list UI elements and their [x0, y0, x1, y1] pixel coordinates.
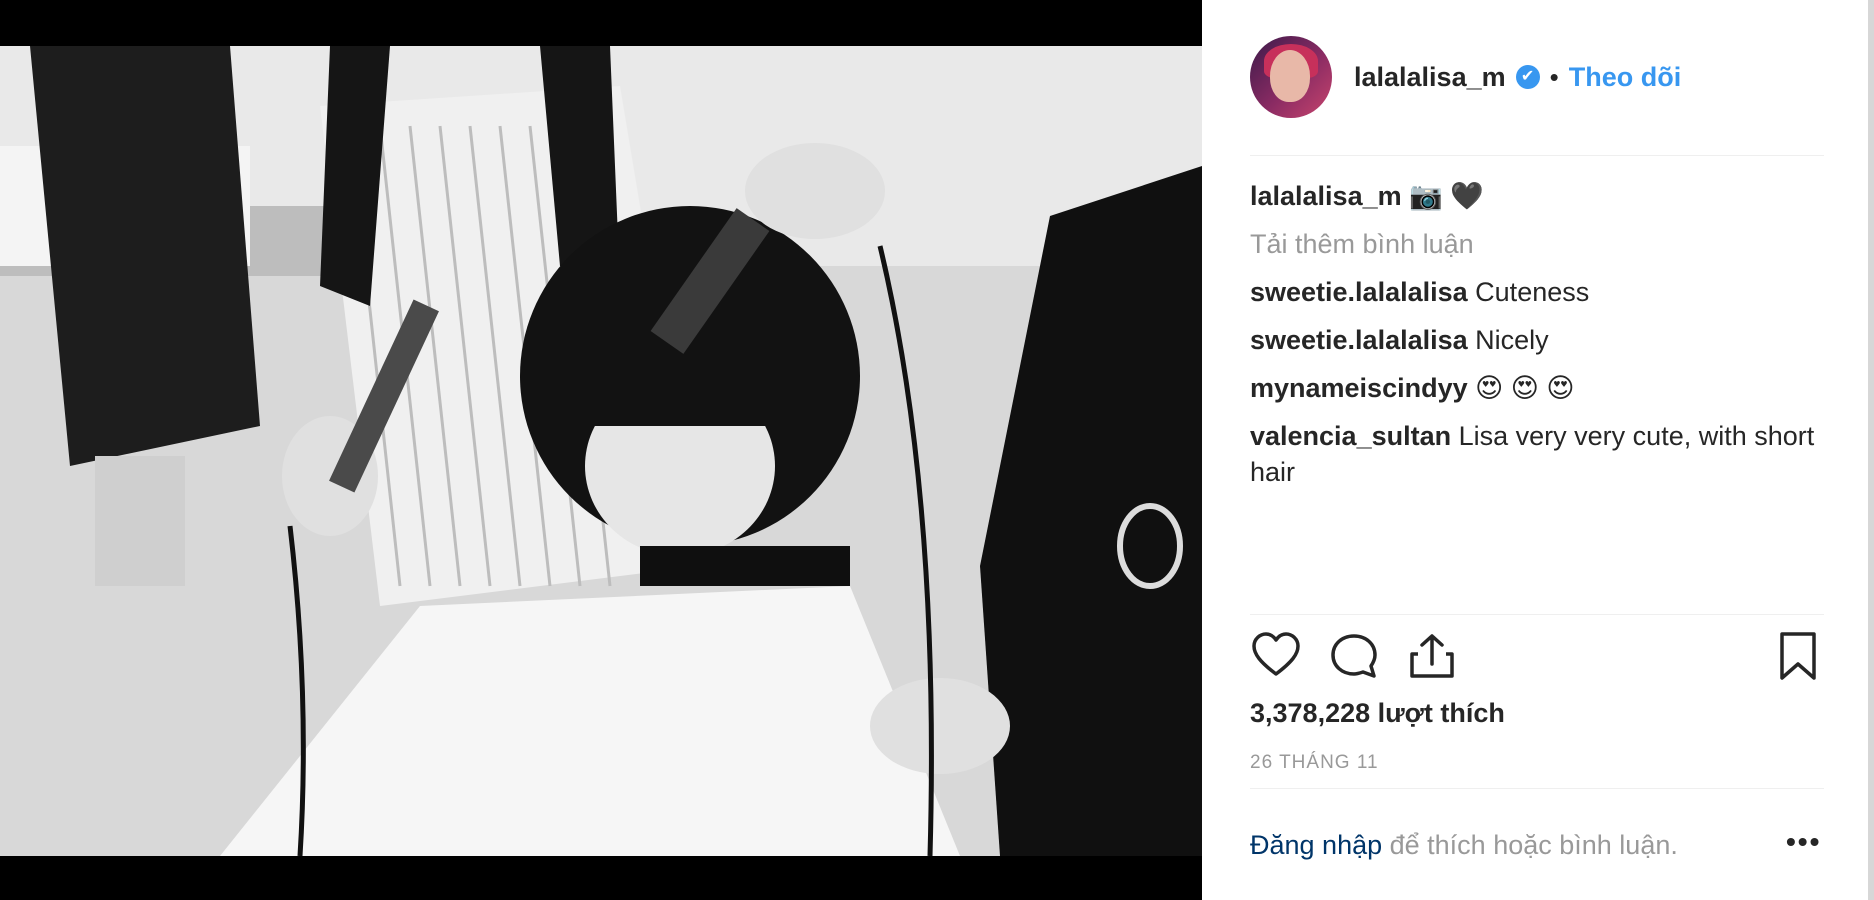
comment-username[interactable]: sweetie.lalalalisa — [1250, 325, 1468, 355]
post-sidebar: lalalalisa_m ✔ • Theo dõi lalalalisa_m 📷… — [1202, 0, 1874, 900]
comment-username[interactable]: mynameiscindyy — [1250, 373, 1468, 403]
heart-icon[interactable] — [1250, 630, 1302, 682]
comment-item: sweetie.lalalalisa Cuteness — [1250, 274, 1824, 310]
comment-item: mynameiscindyy 😍 😍 😍 — [1250, 370, 1824, 406]
follow-button[interactable]: Theo dõi — [1569, 62, 1681, 93]
comment-text: Cuteness — [1475, 277, 1590, 307]
footer-divider — [1250, 788, 1824, 789]
actions-divider — [1250, 614, 1824, 615]
post-date: 26 THÁNG 11 — [1250, 752, 1379, 773]
caption-username[interactable]: lalalalisa_m — [1250, 181, 1402, 211]
like-count[interactable]: 3,378,228 lượt thích — [1250, 698, 1505, 729]
load-more-comments-button[interactable]: Tải thêm bình luận — [1250, 226, 1824, 262]
header-divider — [1250, 155, 1824, 156]
caption: lalalalisa_m 📷 🖤 — [1250, 178, 1824, 214]
share-icon[interactable] — [1406, 630, 1458, 682]
comment-item: valencia_sultan Lisa very very cute, wit… — [1250, 418, 1824, 490]
post-actions — [1250, 630, 1824, 686]
login-link[interactable]: Đăng nhập — [1250, 830, 1382, 860]
login-prompt: Đăng nhập để thích hoặc bình luận. — [1250, 830, 1678, 861]
avatar-face — [1270, 50, 1310, 102]
bookmark-icon[interactable] — [1772, 630, 1824, 682]
salon-photo — [0, 46, 1202, 856]
verified-badge-icon: ✔ — [1515, 65, 1540, 89]
comment-item: sweetie.lalalalisa Nicely — [1250, 322, 1824, 358]
comment-username[interactable]: sweetie.lalalalisa — [1250, 277, 1468, 307]
caption-text: 📷 🖤 — [1409, 181, 1484, 211]
more-options-icon[interactable]: ••• — [1786, 826, 1821, 858]
comment-username[interactable]: valencia_sultan — [1250, 421, 1451, 451]
comment-text: Nicely — [1475, 325, 1549, 355]
comment-text: 😍 😍 😍 — [1475, 373, 1575, 403]
author-username[interactable]: lalalalisa_m — [1354, 62, 1506, 93]
post-photo[interactable] — [0, 46, 1202, 856]
author-avatar[interactable] — [1250, 36, 1332, 118]
login-prompt-text: để thích hoặc bình luận. — [1382, 830, 1678, 860]
post-media — [0, 0, 1202, 900]
comments-section: lalalalisa_m 📷 🖤 Tải thêm bình luận swee… — [1250, 178, 1824, 502]
comment-icon[interactable] — [1328, 630, 1380, 682]
post-header: lalalalisa_m ✔ • Theo dõi — [1250, 36, 1824, 118]
window-edge — [1868, 0, 1874, 900]
header-separator: • — [1549, 61, 1559, 92]
